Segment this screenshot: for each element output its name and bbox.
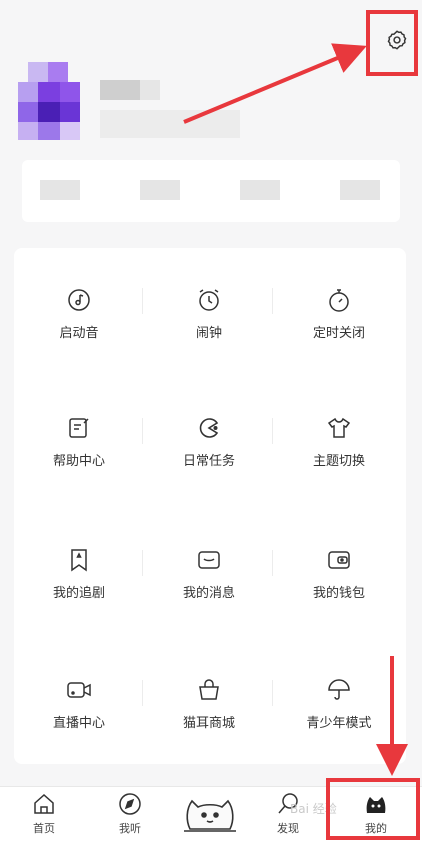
avatar[interactable]: [18, 62, 80, 140]
tshirt-icon: [327, 417, 351, 438]
grid-item-label: 帮助中心: [52, 454, 105, 469]
username-blurred: [100, 80, 140, 100]
compass-icon: [119, 793, 141, 815]
alarm-clock-icon: [199, 289, 219, 311]
cat-center-icon[interactable]: [180, 789, 240, 837]
task-pacman-icon: [199, 418, 219, 438]
message-icon: [198, 551, 220, 569]
timer-icon: [329, 289, 349, 312]
grid-item-startup-sound[interactable]: 启动音: [14, 286, 144, 346]
shopping-bag-icon: [199, 679, 219, 700]
grid-item-help-center[interactable]: 帮助中心: [14, 414, 144, 474]
grid-item-daily-tasks[interactable]: 日常任务: [144, 414, 274, 474]
video-camera-icon: [67, 682, 91, 698]
username-blurred-2: [140, 80, 160, 100]
grid-item-shop[interactable]: 猫耳商城: [144, 676, 274, 736]
grid-item-live-center[interactable]: 直播中心: [14, 676, 144, 736]
grid-item-label: 猫耳商城: [182, 716, 235, 731]
stats-bar: [22, 160, 400, 222]
umbrella-icon: [328, 679, 350, 700]
home-icon: [34, 793, 54, 814]
grid-item-teen-mode[interactable]: 青少年模式: [274, 676, 404, 736]
nav-label: 我听: [119, 822, 141, 835]
help-edit-icon: [69, 418, 89, 438]
wallet-icon: [328, 551, 350, 569]
grid-item-sleep-timer[interactable]: 定时关闭: [274, 286, 404, 346]
music-icon: [68, 289, 90, 311]
nav-listen[interactable]: 我听: [100, 791, 160, 837]
nav-home[interactable]: 首页: [14, 791, 74, 837]
grid-item-theme-switch[interactable]: 主题切换: [274, 414, 404, 474]
grid-item-label: 日常任务: [182, 454, 235, 469]
grid-item-my-series[interactable]: 我的追剧: [14, 546, 144, 606]
nav-label: 发现: [277, 822, 299, 835]
grid-item-label: 我的消息: [182, 586, 235, 601]
grid-item-alarm[interactable]: 闹钟: [144, 286, 274, 346]
grid-item-label: 主题切换: [312, 454, 365, 469]
grid-item-label: 直播中心: [52, 716, 105, 731]
grid-item-label: 我的追剧: [52, 586, 105, 601]
nav-label: 首页: [33, 822, 55, 835]
grid-item-label: 定时关闭: [312, 326, 365, 341]
mine-highlight: [326, 778, 420, 840]
grid-item-my-wallet[interactable]: 我的钱包: [274, 546, 404, 606]
grid-item-my-messages[interactable]: 我的消息: [144, 546, 274, 606]
grid-item-label: 闹钟: [195, 326, 222, 341]
user-info-blurred: [100, 110, 240, 138]
bookmark-icon: [71, 549, 87, 572]
feature-grid: 启动音 闹钟 定时关闭 帮助中心 日常任务 主题切换 我的追剧 我的消息 我的钱…: [14, 248, 406, 764]
grid-item-label: 青少年模式: [306, 716, 372, 731]
grid-item-label: 启动音: [59, 326, 99, 341]
grid-item-label: 我的钱包: [312, 586, 365, 601]
settings-highlight: [366, 10, 418, 76]
